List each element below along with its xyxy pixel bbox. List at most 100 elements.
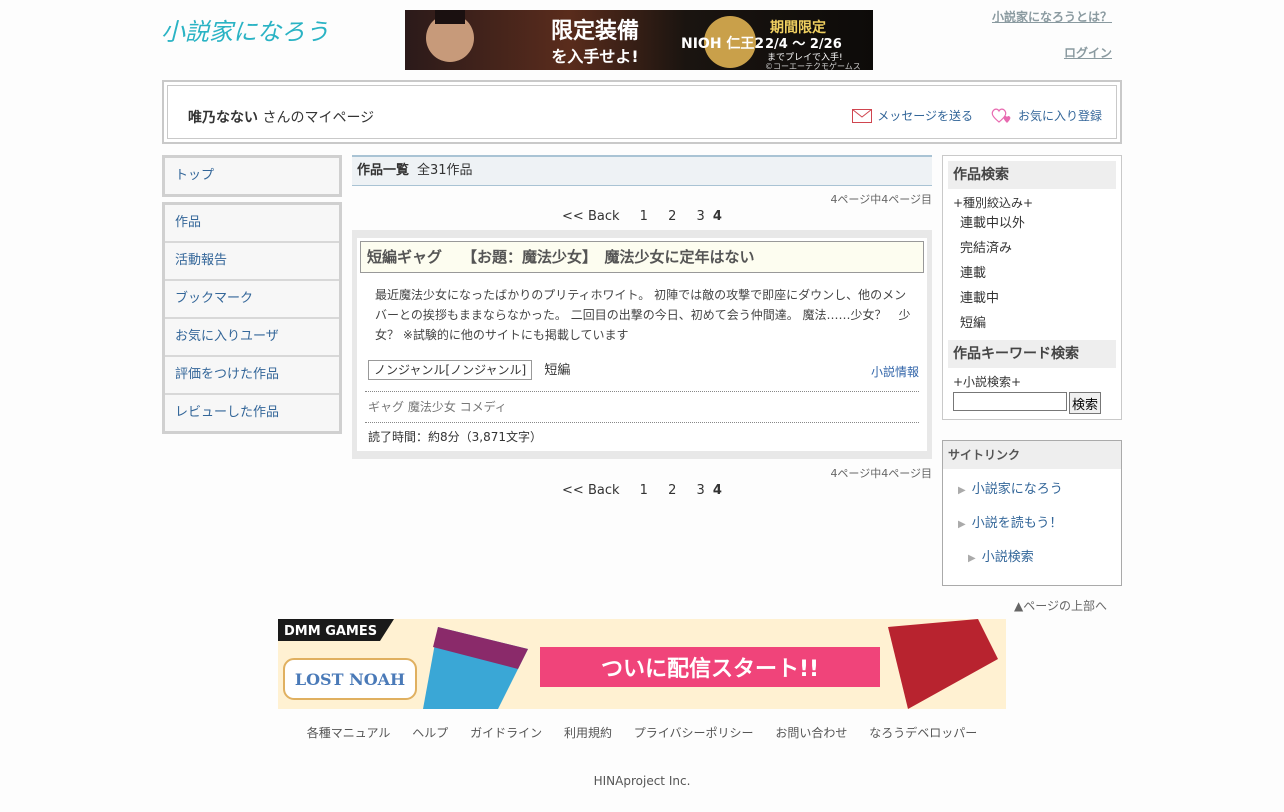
filter-label: +種別絞込み+	[953, 196, 1034, 210]
triangle-right-icon: ▶	[958, 519, 966, 530]
about-link[interactable]: 小説家になろうとは？	[992, 8, 1112, 25]
work-card: 短編ギャグ 【お題：魔法少女】 魔法少女に定年はない 最近魔法少女になったばかりの…	[352, 230, 932, 459]
works-heading: 作品一覧	[357, 163, 410, 178]
work-search-title: 作品検索	[948, 161, 1116, 189]
sitelink-narou[interactable]: ▶ 小説家になろう	[943, 475, 1121, 509]
filter-list: 連載中以外 完結済み 連載 連載中 短編	[948, 211, 1116, 336]
footer-guideline[interactable]: ガイドライン	[470, 726, 542, 740]
pager-back[interactable]: << Back	[562, 483, 619, 498]
work-title-bar: 短編ギャグ 【お題：魔法少女】 魔法少女に定年はない	[360, 241, 924, 273]
work-title[interactable]: 【お題：魔法少女】 魔法少女に定年はない	[462, 248, 755, 266]
pager-current: 4	[712, 209, 722, 224]
user-name: 唯乃なない	[188, 110, 258, 126]
pager-page-2[interactable]: 2	[668, 483, 676, 498]
sitelink-yomou[interactable]: ▶ 小説を読もう！	[943, 509, 1121, 543]
keyword-form: 検索	[948, 392, 1116, 414]
pager-top: << Back 1 2 3 4	[352, 209, 932, 224]
site-links-box: サイトリンク ▶ 小説家になろう ▶ 小説を読もう！ ▶ 小説検索	[942, 440, 1122, 586]
footer-terms[interactable]: 利用規約	[564, 726, 612, 740]
banner-period-title: 期間限定	[770, 19, 826, 36]
pager-page-1[interactable]: 1	[640, 483, 648, 498]
pager-page-3[interactable]: 3	[697, 209, 705, 224]
nav-item-activity[interactable]: 活動報告	[165, 243, 339, 281]
banner-game-text: NIOH 仁王2	[681, 35, 764, 52]
work-search-box: 作品検索 +種別絞込み+ 連載中以外 完結済み 連載 連載中 短編 作品キーワー…	[942, 155, 1122, 420]
add-favorite-button[interactable]: お気に入り登録	[991, 107, 1102, 124]
nav-item-top[interactable]: トップ	[165, 158, 339, 194]
sitelink-narou-label[interactable]: 小説家になろう	[972, 482, 1063, 497]
footer-links: 各種マニュアル ヘルプ ガイドライン 利用規約 プライバシーポリシー お問い合わ…	[0, 724, 1284, 741]
main-content: 作品一覧 全31作品 4ページ中4ページ目 << Back 1 2 3 4 短編ギ…	[352, 155, 932, 498]
sitelink-yomou-label[interactable]: 小説を読もう！	[972, 516, 1063, 531]
work-synopsis: 最近魔法少女になったばかりのプリティホワイト。 初陣では敵の攻撃で即座にダウンし…	[375, 288, 911, 342]
copyright: HINAproject Inc.	[593, 774, 691, 788]
keyword-search-title: 作品キーワード検索	[948, 340, 1116, 368]
footer-privacy[interactable]: プライバシーポリシー	[634, 726, 754, 740]
user-suffix: さんのマイページ	[258, 110, 375, 126]
right-sidebar: 作品検索 +種別絞込み+ 連載中以外 完結済み 連載 連載中 短編 作品キーワー…	[942, 155, 1122, 586]
banner-text: ついに配信スタート!!	[601, 656, 819, 682]
footer-help[interactable]: ヘルプ	[412, 726, 448, 740]
work-genre[interactable]: ノンジャンル[ノンジャンル]	[368, 360, 533, 380]
banner-period: 2/4 ～ 2/26	[765, 37, 842, 52]
page-info-bottom: 4ページ中4ページ目	[830, 467, 932, 480]
footer-manual[interactable]: 各種マニュアル	[307, 726, 391, 740]
nav-top-box: トップ	[162, 155, 342, 197]
keyword-search-button[interactable]: 検索	[1069, 392, 1102, 414]
filter-short[interactable]: 短編	[948, 311, 1116, 336]
user-header-box: 唯乃なない さんのマイページ メッセージを送る お気に入り登録	[162, 80, 1122, 144]
filter-serial[interactable]: 連載	[948, 261, 1116, 286]
pager-page-1[interactable]: 1	[640, 209, 648, 224]
pager-page-3[interactable]: 3	[697, 483, 705, 498]
works-list-heading: 作品一覧 全31作品	[352, 155, 932, 186]
nav-item-rated-works[interactable]: 評価をつけた作品	[165, 357, 339, 395]
work-keywords: ギャグ 魔法少女 コメディ	[365, 391, 919, 423]
works-count: 全31作品	[417, 163, 473, 178]
nav-item-reviewed-works[interactable]: レビューした作品	[165, 395, 339, 431]
site-links-title: サイトリンク	[943, 441, 1121, 469]
keyword-search-input[interactable]	[953, 392, 1067, 411]
nav-item-favorite-users[interactable]: お気に入りユーザ	[165, 319, 339, 357]
send-message-label: メッセージを送る	[877, 109, 973, 123]
banner-game-name: LOST NOAH	[295, 670, 405, 689]
login-link[interactable]: ログイン	[992, 44, 1112, 61]
pager-back[interactable]: << Back	[562, 209, 619, 224]
nav-item-bookmarks[interactable]: ブックマーク	[165, 281, 339, 319]
filter-ongoing[interactable]: 連載中	[948, 286, 1116, 311]
work-read-time: 読了時間：約8分（3,871文字）	[368, 430, 542, 444]
work-kind: 短編	[544, 363, 571, 378]
add-favorite-label: お気に入り登録	[1017, 109, 1102, 123]
sitelink-search[interactable]: ▶ 小説検索	[943, 543, 1121, 577]
mail-icon	[852, 108, 873, 123]
logo-text: 小説家になろう	[161, 18, 329, 46]
bottom-ad-banner[interactable]: DMM GAMES LOST NOAH ついに配信スタート!!	[278, 619, 1006, 709]
triangle-right-icon: ▶	[968, 553, 976, 564]
sitelink-search-label[interactable]: 小説検索	[982, 550, 1034, 565]
send-message-button[interactable]: メッセージを送る	[852, 107, 973, 124]
pager-bottom: << Back 1 2 3 4	[352, 483, 932, 498]
pager-page-2[interactable]: 2	[668, 209, 676, 224]
pager-current: 4	[712, 483, 722, 498]
banner-main-text: 限定装備	[551, 18, 639, 44]
user-title: 唯乃なない さんのマイページ	[188, 107, 374, 127]
novel-info-link[interactable]: 小説情報	[871, 363, 919, 380]
nav-menu-box: 作品 活動報告 ブックマーク お気に入りユーザ 評価をつけた作品 レビューした作…	[162, 202, 342, 434]
banner-sub-text: を入手せよ!	[551, 47, 638, 66]
page-top-link[interactable]: ▲ページの上部へ	[1014, 597, 1107, 614]
keyword-label: +小説検索+	[953, 375, 1022, 389]
top-ad-banner[interactable]: 限定装備 を入手せよ! NIOH 仁王2 期間限定 2/4 ～ 2/26 までプ…	[405, 10, 873, 70]
footer-contact[interactable]: お問い合わせ	[775, 726, 847, 740]
banner-copyright: ©コーエーテクモゲームス	[765, 61, 861, 70]
page-info-top: 4ページ中4ページ目	[830, 193, 932, 206]
site-logo[interactable]: 小説家になろう	[161, 10, 331, 50]
nav-item-works[interactable]: 作品	[165, 205, 339, 243]
triangle-right-icon: ▶	[958, 485, 966, 496]
banner-brand: DMM GAMES	[284, 624, 377, 639]
work-genre-tag: 短編ギャグ	[367, 248, 443, 266]
filter-completed[interactable]: 完結済み	[948, 236, 1116, 261]
footer-developer[interactable]: なろうデベロッパー	[869, 726, 977, 740]
work-meta-row: ノンジャンル[ノンジャンル] 短編 小説情報	[360, 359, 924, 385]
heart-icon	[991, 108, 1011, 123]
left-navigation: トップ 作品 活動報告 ブックマーク お気に入りユーザ 評価をつけた作品 レビュ…	[162, 155, 342, 434]
filter-not-ongoing[interactable]: 連載中以外	[948, 211, 1116, 236]
